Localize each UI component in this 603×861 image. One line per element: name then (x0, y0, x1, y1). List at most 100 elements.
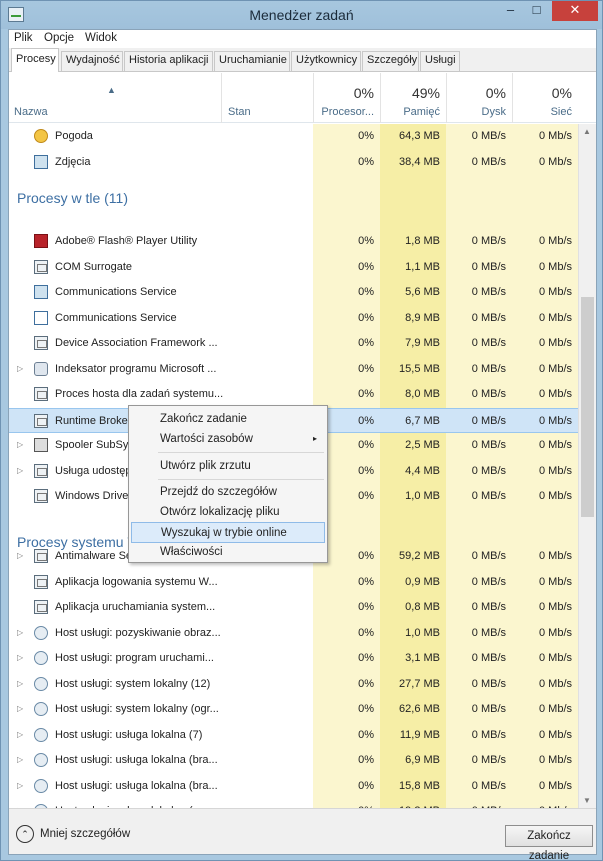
column-memory[interactable]: 49% Pamięć (380, 73, 446, 123)
process-disk: 0 MB/s (471, 627, 506, 639)
group-background-processes[interactable]: Procesy w tle (11) (17, 190, 128, 206)
process-memory: 2,5 MB (405, 439, 440, 451)
expand-arrow-icon[interactable]: ▷ (17, 364, 23, 373)
process-network: 0 Mb/s (538, 576, 572, 588)
process-name: Antimalware Service Executable (55, 550, 133, 562)
title-bar[interactable]: Menedżer zadań – □ ✕ (1, 1, 602, 29)
expand-arrow-icon[interactable]: ▷ (17, 704, 23, 713)
menu-resource-values[interactable]: Wartości zasobów ▸ (131, 429, 325, 450)
expand-arrow-icon[interactable]: ▷ (17, 730, 23, 739)
process-row[interactable]: Pogoda 0% 64,3 MB 0 MB/s 0 Mb/s (9, 124, 578, 149)
process-row[interactable]: Zdjęcia 0% 38,4 MB 0 MB/s 0 Mb/s (9, 150, 578, 175)
menu-go-to-details[interactable]: Przejdź do szczegółów (131, 482, 325, 503)
expand-arrow-icon[interactable]: ▷ (17, 551, 23, 560)
window-icon (34, 489, 48, 503)
minimize-button[interactable]: – (498, 1, 523, 21)
process-network: 0 Mb/s (538, 550, 572, 562)
process-name: Host usługi: system lokalny (12) (55, 678, 211, 690)
process-name: Pogoda (55, 130, 93, 142)
process-memory: 15,5 MB (399, 363, 440, 375)
scroll-thumb[interactable] (581, 297, 594, 517)
process-network: 0 Mb/s (538, 337, 572, 349)
process-row[interactable]: Adobe® Flash® Player Utility 0% 1,8 MB 0 MB… (9, 229, 578, 254)
column-network-label: Sieć (550, 106, 572, 118)
menu-separator (158, 479, 324, 480)
menu-opcje[interactable]: Opcje (44, 32, 74, 44)
process-network: 0 Mb/s (538, 465, 572, 477)
expand-arrow-icon[interactable]: ▷ (17, 466, 23, 475)
process-network: 0 Mb/s (538, 754, 572, 766)
process-memory: 4,4 MB (405, 465, 440, 477)
process-cpu: 0% (358, 337, 374, 349)
menu-search-online[interactable]: Wyszukaj w trybie online (131, 522, 325, 543)
maximize-button[interactable]: □ (524, 1, 549, 21)
menu-plik[interactable]: Plik (14, 32, 33, 44)
gear-icon (34, 626, 48, 640)
process-row[interactable]: ▷ Host usługi: system lokalny (12) 0% 27,7 … (9, 672, 578, 697)
end-task-button[interactable]: Zakończ zadanie (505, 825, 593, 861)
process-row[interactable]: Proces hosta dla zadań systemu... 0% 8,0 M… (9, 382, 578, 407)
scroll-up-icon[interactable]: ▲ (583, 127, 591, 136)
tab-uzytkownicy[interactable]: Użytkownicy (291, 51, 361, 71)
process-row[interactable]: ▷ Indeksator programu Microsoft ... 0% 15,5… (9, 357, 578, 382)
process-cpu: 0% (358, 363, 374, 375)
column-status[interactable]: Stan (221, 73, 313, 123)
footer-bar: ⌃ Mniej szczegółów Zakończ zadanie (9, 808, 596, 861)
tab-historia-aplikacji[interactable]: Historia aplikacji (124, 51, 213, 71)
scroll-down-icon[interactable]: ▼ (583, 796, 591, 805)
menu-create-dump[interactable]: Utwórz plik zrzutu (131, 456, 325, 477)
tab-wydajnosc[interactable]: Wydajność (61, 51, 123, 71)
gear-icon (34, 753, 48, 767)
process-row[interactable]: Device Association Framework ... 0% 7,9 MB… (9, 331, 578, 356)
process-memory: 1,8 MB (405, 235, 440, 247)
tab-uruchamianie[interactable]: Uruchamianie (214, 51, 290, 71)
expand-arrow-icon[interactable]: ▷ (17, 628, 23, 637)
process-row[interactable]: ▷ Host usługi: usługa lokalna (7) 0% 11,9 M… (9, 723, 578, 748)
process-cpu: 0% (358, 678, 374, 690)
tab-procesy[interactable]: Procesy (11, 48, 59, 72)
column-memory-label: Pamięć (403, 106, 440, 118)
expand-arrow-icon[interactable]: ▷ (17, 679, 23, 688)
column-name-label: Nazwa (14, 106, 48, 118)
process-memory: 5,6 MB (405, 286, 440, 298)
process-row[interactable]: ▷ Host usługi: usługa lokalna (bra... 0% 15… (9, 774, 578, 799)
process-row[interactable]: ▷Host usługi: usługa lokalna (ogr...0%19… (9, 799, 578, 808)
menu-create-dump-label: Utwórz plik zrzutu (160, 460, 251, 472)
window-icon (34, 575, 48, 589)
process-disk: 0 MB/s (471, 465, 506, 477)
column-name[interactable]: Nazwa (9, 73, 221, 123)
mail-icon (34, 311, 48, 325)
process-cpu: 0% (358, 235, 374, 247)
menu-end-task[interactable]: Zakończ zadanie (131, 409, 325, 430)
process-row[interactable]: Aplikacja uruchamiania system... 0% 0,8 MB… (9, 595, 578, 620)
tab-szczegoly[interactable]: Szczegóły (362, 51, 419, 71)
expand-arrow-icon[interactable]: ▷ (17, 781, 23, 790)
menu-widok[interactable]: Widok (85, 32, 117, 44)
expand-arrow-icon[interactable]: ▷ (17, 755, 23, 764)
process-row[interactable]: ▷ Host usługi: pozyskiwanie obraz... 0% 1,0… (9, 621, 578, 646)
process-row[interactable]: COM Surrogate 0% 1,1 MB 0 MB/s 0 Mb/s (9, 255, 578, 280)
process-row[interactable]: Communications Service 0% 8,9 MB 0 MB/s 0 Mb… (9, 306, 578, 331)
process-row[interactable]: ▷ Host usługi: system lokalny (ogr... 0% 62… (9, 697, 578, 722)
column-network[interactable]: 0% Sieć (512, 73, 578, 123)
process-row[interactable]: ▷ Host usługi: program uruchami... 0% 3,1 M… (9, 646, 578, 671)
process-memory: 0,9 MB (405, 576, 440, 588)
process-name: Host usługi: usługa lokalna (bra... (55, 780, 218, 792)
tab-uslugi[interactable]: Usługi (420, 51, 460, 71)
column-cpu[interactable]: 0% Procesor... (313, 73, 380, 123)
column-disk[interactable]: 0% Dysk (446, 73, 512, 123)
vertical-scrollbar[interactable]: ▲ ▼ (578, 124, 596, 808)
expand-arrow-icon[interactable]: ▷ (17, 440, 23, 449)
menu-properties[interactable]: Właściwości (131, 542, 325, 563)
process-network: 0 Mb/s (538, 627, 572, 639)
process-row[interactable]: ▷ Host usługi: usługa lokalna (bra... 0% 6,… (9, 748, 578, 773)
gear-icon (34, 677, 48, 691)
process-name: Host usługi: usługa lokalna (7) (55, 729, 203, 741)
process-row[interactable]: Aplikacja logowania systemu W... 0% 0,9 MB… (9, 570, 578, 595)
disk-total: 0% (485, 85, 506, 101)
process-row[interactable]: Communications Service 0% 5,6 MB 0 MB/s 0 Mb… (9, 280, 578, 305)
close-button[interactable]: ✕ (552, 1, 598, 21)
menu-open-file-location[interactable]: Otwórz lokalizację pliku (131, 502, 325, 523)
chevron-up-icon: ⌃ (16, 825, 34, 843)
expand-arrow-icon[interactable]: ▷ (17, 653, 23, 662)
